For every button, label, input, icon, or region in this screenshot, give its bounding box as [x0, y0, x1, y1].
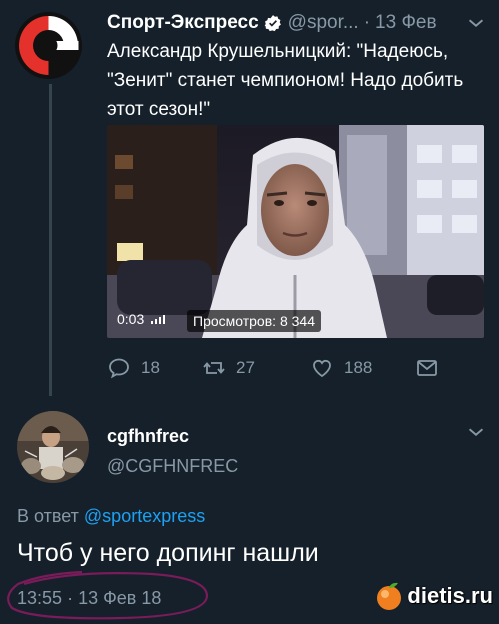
- author-name[interactable]: Спорт-Экспресс: [107, 12, 259, 34]
- reply-tweet-text: Чтоб у него допинг нашли: [17, 539, 319, 567]
- reply-timestamp: 13:55 · 13 Фев 18: [17, 588, 161, 609]
- share-button[interactable]: [415, 356, 439, 380]
- reply-date: 13 Фев 18: [78, 588, 162, 608]
- tweet-actions: 18 27 188: [107, 355, 447, 381]
- tweet-text: Александр Крушельницкий: "Надеюсь, "Зени…: [107, 41, 464, 120]
- diets-logo: [377, 582, 402, 610]
- reply-author-name[interactable]: cgfhnfrec: [107, 426, 189, 447]
- thread-connector-line: [49, 84, 52, 396]
- reply-mention-link[interactable]: @sportexpress: [84, 506, 205, 526]
- video-duration-text: 0:03: [117, 311, 145, 327]
- verified-icon: [264, 15, 281, 32]
- retweet-count: 27: [236, 358, 255, 377]
- chevron-down-icon[interactable]: [465, 421, 487, 443]
- separator-dot: ·: [363, 12, 371, 33]
- avatar-image: [17, 411, 89, 483]
- video-views: Просмотров: 8 344: [187, 310, 321, 332]
- reply-author-avatar[interactable]: [17, 411, 89, 483]
- tweet-header: Спорт-Экспресс @spor... · 13 Фев: [107, 10, 487, 36]
- video-thumbnail: [107, 125, 484, 338]
- chevron-down-icon[interactable]: [465, 12, 487, 34]
- retweet-button[interactable]: 27: [202, 356, 310, 380]
- reply-count: 18: [141, 358, 160, 377]
- in-reply-to: В ответ @sportexpress: [17, 506, 205, 527]
- like-count: 188: [344, 358, 373, 377]
- reply-time: 13:55: [17, 588, 63, 608]
- reply-icon: [109, 358, 129, 379]
- tweet-date[interactable]: 13 Фев: [375, 12, 437, 34]
- volume-bars-icon[interactable]: [151, 314, 166, 324]
- author-handle[interactable]: @spor...: [288, 12, 359, 34]
- retweet-icon: [203, 362, 225, 374]
- like-button[interactable]: 188: [310, 356, 415, 380]
- watermark: dietis.ru: [374, 581, 493, 611]
- sport-express-logo: [15, 12, 82, 79]
- video-duration: 0:03: [117, 311, 166, 327]
- separator-dot: ·: [67, 588, 74, 608]
- in-reply-prefix: В ответ: [17, 506, 79, 526]
- reply-button[interactable]: 18: [107, 356, 202, 380]
- video-player[interactable]: 0:03 Просмотров: 8 344: [107, 125, 484, 338]
- share-icon: [417, 360, 437, 376]
- watermark-text: dietis.ru: [407, 583, 493, 608]
- like-icon: [313, 359, 331, 378]
- sport-express-avatar[interactable]: [15, 12, 82, 79]
- reply-author-handle[interactable]: @CGFHNFREC: [107, 456, 238, 477]
